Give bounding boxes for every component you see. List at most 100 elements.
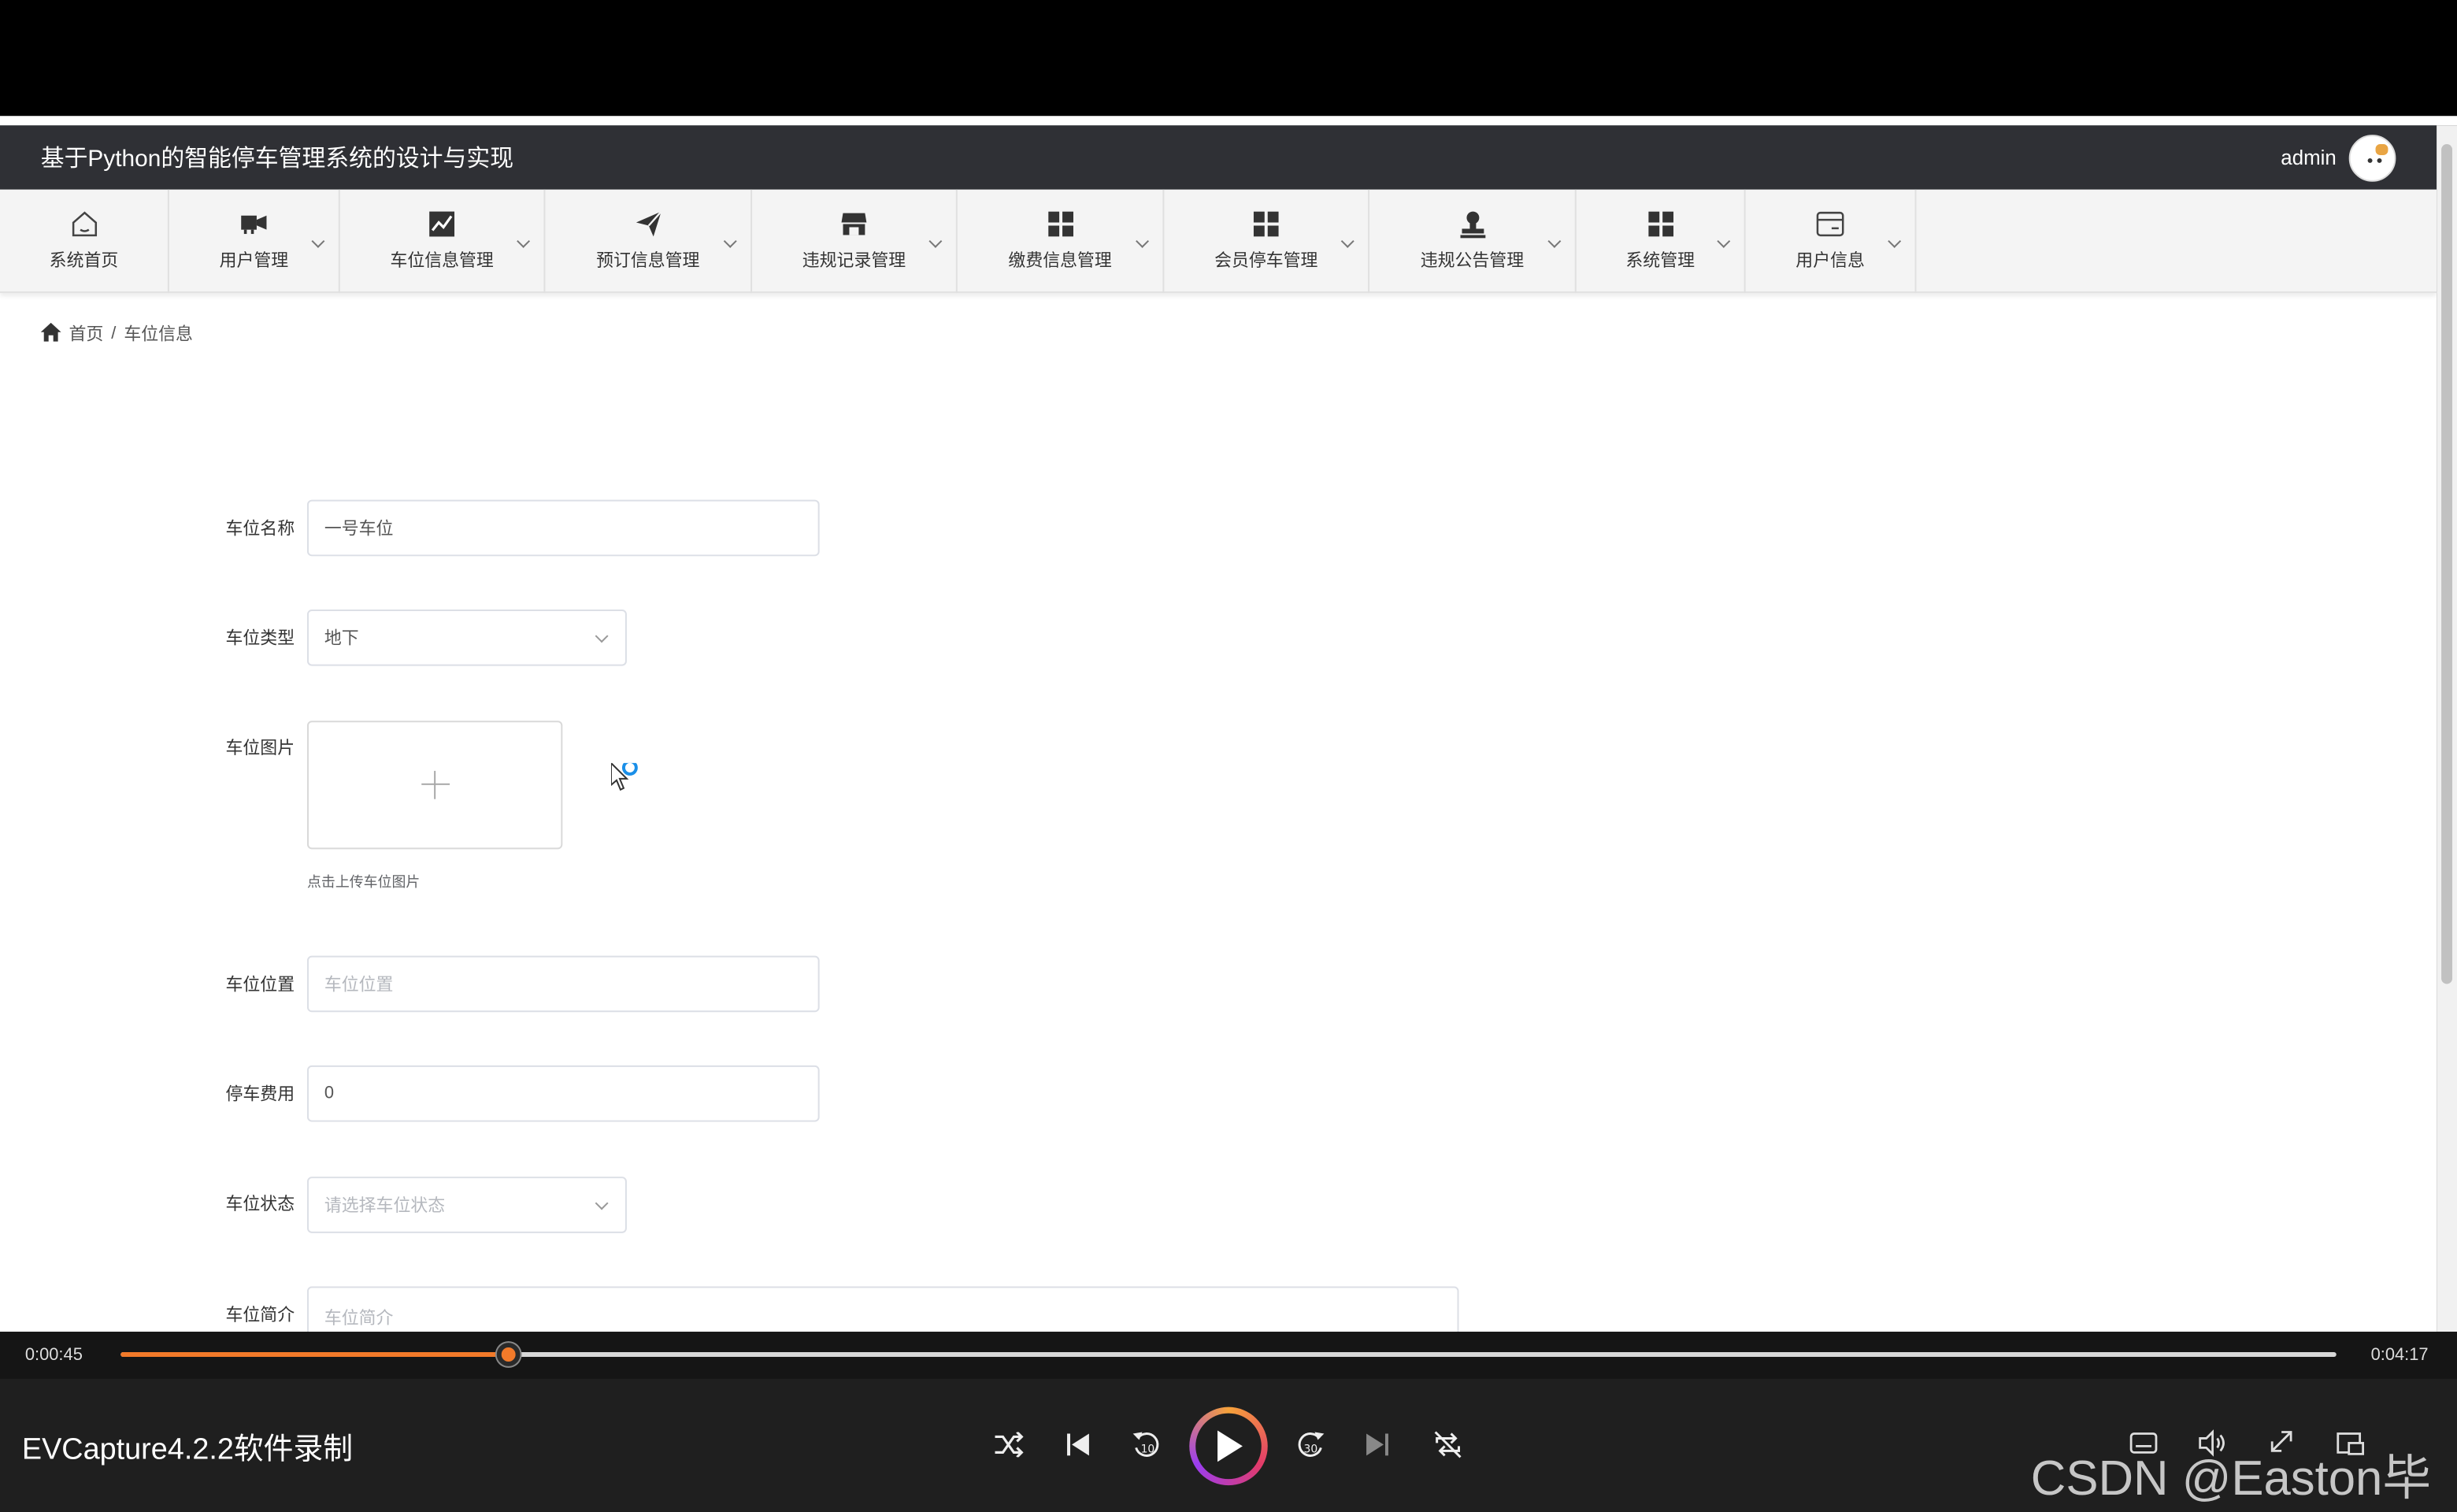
nav-item-booking-management[interactable]: 预订信息管理 [545, 189, 753, 294]
nav-label: 违规记录管理 [802, 252, 906, 272]
avatar-eye-right [2377, 157, 2382, 162]
nav-label: 会员停车管理 [1214, 252, 1318, 272]
nav-label: 系统首页 [49, 252, 119, 272]
chevron-down-icon [928, 234, 943, 248]
nav-label: 用户管理 [219, 252, 289, 272]
scrollbar-thumb[interactable] [2441, 144, 2453, 984]
nav-label: 系统管理 [1625, 252, 1695, 272]
fee-label: 停车费用 [225, 1085, 295, 1105]
nav-item-member-parking[interactable]: 会员停车管理 [1164, 189, 1370, 294]
top-black-bar [0, 0, 2457, 117]
chevron-down-icon [595, 629, 609, 643]
chevron-down-icon [1888, 234, 1902, 248]
breadcrumb: 首页 / 车位信息 [40, 321, 193, 346]
chevron-down-icon [595, 1196, 609, 1210]
play-button[interactable] [1189, 1406, 1268, 1486]
type-select[interactable]: 地下 [307, 609, 627, 666]
nav-item-violation-records[interactable]: 违规记录管理 [752, 189, 958, 294]
chevron-down-icon [517, 234, 531, 248]
plus-icon [421, 770, 450, 799]
nav-item-system-management[interactable]: 系统管理 [1577, 189, 1746, 294]
app-window: 基于Python的智能停车管理系统的设计与实现 admin 系统首页 用户管理 … [0, 125, 2437, 1332]
loop-off-icon[interactable] [1426, 1423, 1470, 1467]
play-icon [1217, 1430, 1243, 1462]
main-nav: 系统首页 用户管理 车位信息管理 预订信息管理 违规记录管理 缴费信息管理 会员… [0, 189, 2437, 294]
status-label: 车位状态 [225, 1195, 295, 1214]
card-icon [1816, 210, 1844, 239]
nav-item-home[interactable]: 系统首页 [0, 189, 169, 294]
home-icon [40, 321, 61, 346]
progress-fill [120, 1352, 509, 1357]
breadcrumb-separator: / [111, 324, 117, 343]
grid-icon [1646, 210, 1674, 239]
grid-icon [1046, 210, 1074, 239]
svg-text:10: 10 [1141, 1443, 1155, 1455]
fee-input[interactable]: 0 [307, 1065, 820, 1122]
progress-area: 0:00:45 0:04:17 [0, 1332, 2457, 1379]
chart-line-icon [428, 210, 456, 239]
chevron-down-icon [311, 234, 325, 248]
next-icon[interactable] [1355, 1423, 1399, 1467]
vertical-scrollbar[interactable] [2437, 125, 2457, 1332]
intro-textarea[interactable]: 车位简介 [307, 1286, 1459, 1332]
mouse-cursor-icon [610, 759, 646, 802]
home-icon [70, 210, 98, 239]
location-label: 车位位置 [225, 976, 295, 995]
status-select[interactable]: 请选择车位状态 [307, 1177, 627, 1233]
nav-label: 车位信息管理 [390, 252, 494, 272]
nav-item-user-info[interactable]: 用户信息 [1746, 189, 1917, 294]
screen: 基于Python的智能停车管理系统的设计与实现 admin 系统首页 用户管理 … [0, 0, 2457, 1512]
type-label: 车位类型 [225, 629, 295, 649]
nav-item-user-management[interactable]: 用户管理 [169, 189, 340, 294]
status-select-placeholder: 请选择车位状态 [324, 1197, 446, 1216]
stamp-icon [1458, 210, 1487, 239]
intro-label: 车位简介 [225, 1306, 295, 1326]
image-upload[interactable] [307, 721, 563, 850]
chevron-down-icon [1547, 234, 1562, 248]
play-button-inner [1195, 1413, 1262, 1480]
grid-icon [1252, 210, 1280, 239]
nav-label: 缴费信息管理 [1008, 252, 1112, 272]
username[interactable]: admin [2281, 146, 2336, 169]
avatar-ear [2375, 143, 2388, 154]
chevron-down-icon [1717, 234, 1731, 248]
shuffle-icon[interactable] [988, 1423, 1032, 1467]
image-upload-hint: 点击上传车位图片 [307, 874, 421, 891]
progress-bar[interactable] [120, 1343, 2337, 1366]
name-label: 车位名称 [225, 520, 295, 539]
chevron-down-icon [723, 234, 737, 248]
watermark: CSDN @Easton毕设 [2030, 1451, 2432, 1506]
progress-knob[interactable] [496, 1343, 521, 1366]
previous-icon[interactable] [1056, 1423, 1100, 1467]
store-icon [840, 210, 869, 239]
breadcrumb-home[interactable]: 首页 [69, 321, 104, 346]
avatar-eye-left [2367, 157, 2373, 162]
top-white-line [0, 116, 2457, 126]
recorder-label: EVCapture4.2.2软件录制 [21, 1433, 354, 1467]
users-icon [239, 210, 268, 239]
chevron-down-icon [1340, 234, 1354, 248]
send-icon [634, 210, 662, 239]
nav-item-violation-notices[interactable]: 违规公告管理 [1369, 189, 1577, 294]
app-header: 基于Python的智能停车管理系统的设计与实现 admin [0, 125, 2437, 190]
nav-label: 预订信息管理 [596, 252, 700, 272]
nav-label: 用户信息 [1796, 252, 1865, 272]
nav-label: 违规公告管理 [1420, 252, 1525, 272]
image-label: 车位图片 [225, 739, 295, 758]
avatar[interactable] [2348, 134, 2396, 181]
nav-item-space-management[interactable]: 车位信息管理 [340, 189, 546, 294]
chevron-down-icon [1136, 234, 1150, 248]
name-input[interactable]: 一号车位 [307, 499, 820, 557]
video-player: 0:00:45 0:04:17 EVCapture4.2.2软件录制 10 30 [0, 1332, 2457, 1512]
rewind-10-icon[interactable]: 10 [1125, 1423, 1169, 1467]
app-title: 基于Python的智能停车管理系统的设计与实现 [40, 146, 514, 172]
total-time: 0:04:17 [2370, 1346, 2429, 1365]
breadcrumb-current: 车位信息 [124, 325, 193, 345]
type-select-value: 地下 [324, 629, 359, 649]
svg-text:30: 30 [1304, 1443, 1318, 1455]
current-time: 0:00:45 [24, 1346, 83, 1365]
forward-30-icon[interactable]: 30 [1288, 1423, 1332, 1467]
nav-item-payment-management[interactable]: 缴费信息管理 [958, 189, 1165, 294]
location-input[interactable]: 车位位置 [307, 955, 820, 1013]
user-menu[interactable]: admin [2281, 134, 2396, 181]
